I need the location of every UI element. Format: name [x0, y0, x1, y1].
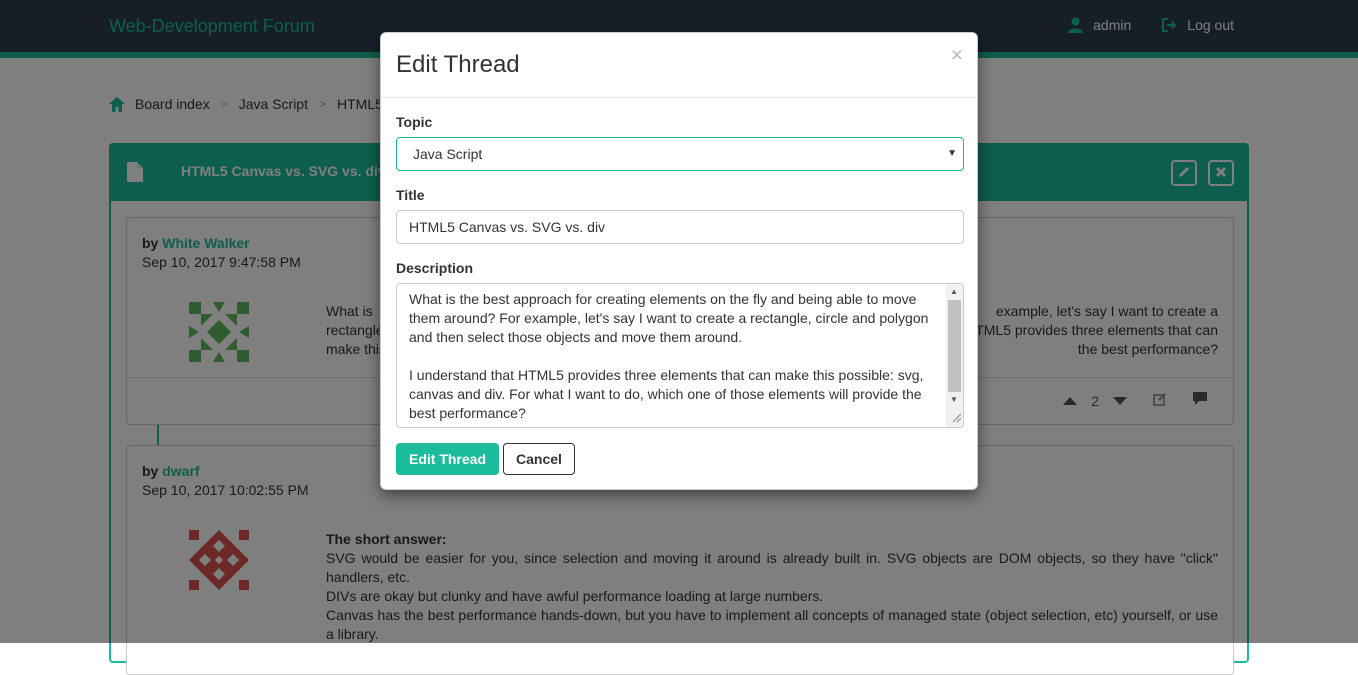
topic-select-value: Java Script	[413, 146, 483, 162]
scroll-up-icon[interactable]: ▲	[950, 287, 958, 296]
edit-thread-modal: Edit Thread × Topic Java Script ▼ Title …	[380, 32, 978, 490]
title-input[interactable]: HTML5 Canvas vs. SVG vs. div	[396, 210, 964, 244]
resize-grip-icon[interactable]	[951, 410, 962, 426]
topic-label: Topic	[396, 114, 433, 130]
description-paragraph: I understand that HTML5 provides three e…	[409, 367, 924, 421]
textarea-scrollbar[interactable]: ▲ ▼	[946, 284, 963, 427]
description-textarea[interactable]: What is the best approach for creating e…	[396, 283, 964, 428]
modal-title: Edit Thread	[396, 51, 520, 78]
edit-thread-submit-button[interactable]: Edit Thread	[396, 443, 499, 475]
chevron-down-icon: ▼	[947, 148, 957, 159]
description-label: Description	[396, 260, 474, 276]
topic-select[interactable]: Java Script ▼	[396, 137, 964, 171]
title-label: Title	[396, 187, 425, 203]
modal-header: Edit Thread ×	[381, 33, 977, 98]
scrollbar-thumb[interactable]	[948, 300, 961, 392]
modal-close-button[interactable]: ×	[951, 45, 963, 66]
description-paragraph: What is the best approach for creating e…	[409, 291, 929, 345]
cancel-button[interactable]: Cancel	[503, 443, 575, 475]
description-text: What is the best approach for creating e…	[409, 290, 939, 423]
scroll-down-icon[interactable]: ▼	[950, 395, 958, 404]
